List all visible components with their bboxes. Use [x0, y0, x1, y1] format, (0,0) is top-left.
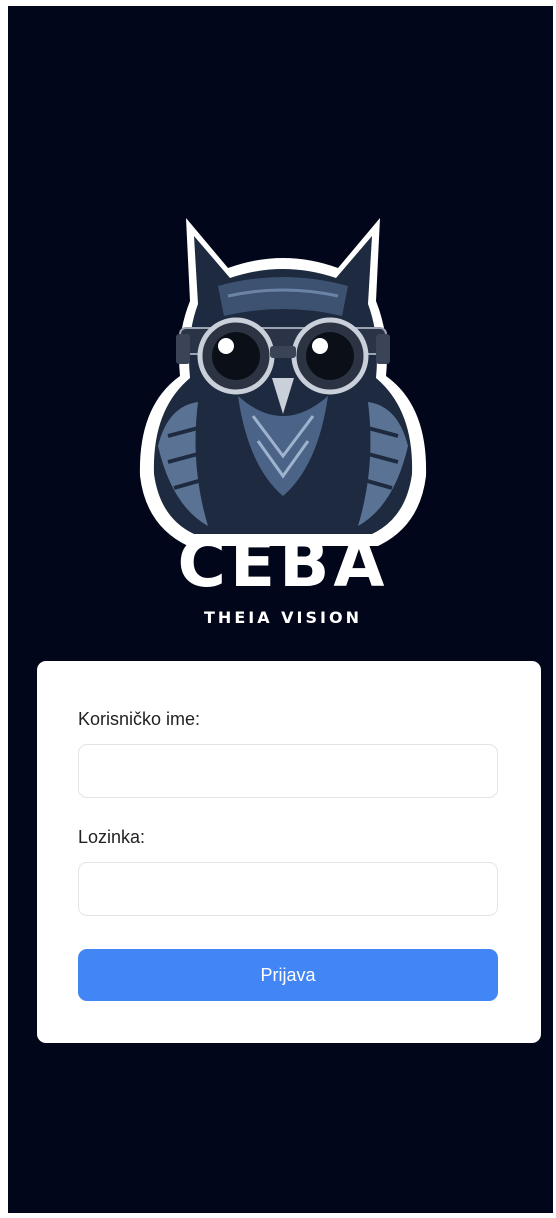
brand-tagline: THEIA VISION — [204, 608, 362, 627]
username-label: Korisničko ime: — [78, 709, 201, 729]
username-input[interactable] — [78, 744, 498, 798]
password-label: Lozinka: — [78, 827, 146, 847]
login-card: Korisničko ime: Lozinka: Prijava — [37, 661, 541, 1043]
login-button[interactable]: Prijava — [78, 949, 498, 1001]
brand-logo: CEBA THEIA VISION — [128, 206, 438, 636]
brand-name: CEBA — [177, 525, 389, 602]
login-screen: CEBA THEIA VISION Korisničko ime: Lozink… — [8, 6, 553, 1213]
password-input[interactable] — [78, 862, 498, 916]
